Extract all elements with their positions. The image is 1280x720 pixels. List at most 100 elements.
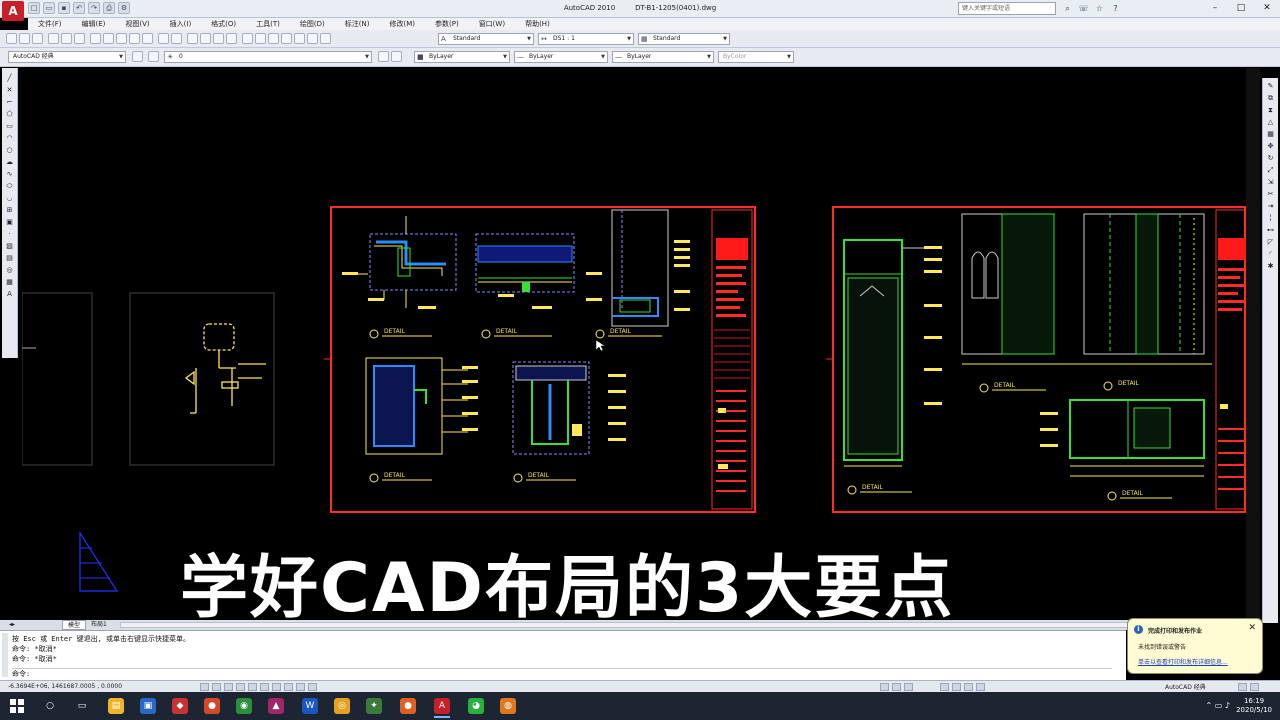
app-icon[interactable]: ◆: [172, 698, 188, 714]
help-icon[interactable]: ?: [1110, 3, 1121, 14]
quickcalc-icon[interactable]: [307, 33, 318, 44]
viewport-frame[interactable]: [22, 292, 93, 466]
wechat-icon[interactable]: ◕: [468, 698, 484, 714]
ellipse-icon[interactable]: ⬭: [4, 182, 15, 191]
menu-tools[interactable]: 工具(T): [246, 18, 290, 30]
cut-icon[interactable]: [90, 33, 101, 44]
layout-sheet-2[interactable]: DETAIL DETAIL DETAIL DETAIL: [826, 206, 1247, 513]
qp-toggle[interactable]: [308, 683, 317, 691]
menu-parametric[interactable]: 参数(P): [425, 18, 469, 30]
match-properties-icon[interactable]: [129, 33, 140, 44]
tab-nav-icon[interactable]: ◂▸: [4, 620, 20, 630]
properties-icon[interactable]: [242, 33, 253, 44]
polar-toggle[interactable]: [236, 683, 245, 691]
layer-select[interactable]: ☀ 0 ▼: [164, 51, 372, 63]
design-center-icon[interactable]: [255, 33, 266, 44]
rotate-icon[interactable]: ↻: [1265, 154, 1276, 163]
linetype-select[interactable]: — ByLayer ▼: [514, 51, 608, 63]
scale-icon[interactable]: ⤢: [1265, 166, 1276, 175]
stretch-icon[interactable]: ⇲: [1265, 178, 1276, 187]
autocad-logo-icon[interactable]: A: [2, 1, 24, 21]
save-file-icon[interactable]: [32, 33, 43, 44]
move-icon[interactable]: ✥: [1265, 142, 1276, 151]
clean-screen-icon[interactable]: [1250, 683, 1259, 691]
lineweight-select[interactable]: — ByLayer ▼: [612, 51, 714, 63]
menu-format[interactable]: 格式(O): [201, 18, 246, 30]
app-icon[interactable]: ✦: [366, 698, 382, 714]
taskbar-clock[interactable]: 16:19 2020/5/10: [1236, 697, 1272, 715]
zoom-window-icon[interactable]: [213, 33, 224, 44]
make-block-icon[interactable]: ▣: [4, 218, 15, 227]
osnap-toggle[interactable]: [248, 683, 257, 691]
grid-toggle[interactable]: [212, 683, 221, 691]
copy-object-icon[interactable]: ⧉: [1265, 94, 1276, 103]
showmotion-icon[interactable]: [976, 683, 985, 691]
menu-edit[interactable]: 编辑(E): [72, 18, 116, 30]
menu-dimension[interactable]: 标注(N): [335, 18, 380, 30]
polygon-icon[interactable]: ⬠: [4, 110, 15, 119]
steering-wheel-icon[interactable]: [964, 683, 973, 691]
publish-icon[interactable]: [74, 33, 85, 44]
menu-view[interactable]: 视图(V): [115, 18, 159, 30]
close-icon[interactable]: ✕: [1248, 623, 1256, 633]
close-button[interactable]: ✕: [1254, 0, 1280, 17]
plot-style-select[interactable]: ByColor ▼: [718, 51, 794, 63]
tab-layout1[interactable]: 布局1: [86, 620, 112, 630]
menu-window[interactable]: 窗口(W): [469, 18, 515, 30]
extend-icon[interactable]: ⇥: [1265, 202, 1276, 211]
menu-draw[interactable]: 绘图(D): [290, 18, 335, 30]
lwt-toggle[interactable]: [296, 683, 305, 691]
communication-center-icon[interactable]: ☏: [1078, 3, 1089, 14]
notification-details-link[interactable]: 单击以查看打印和发布详细信息...: [1138, 657, 1228, 666]
text-style-select[interactable]: A Standard ▼: [438, 33, 534, 45]
quick-view-drawings[interactable]: [904, 683, 913, 691]
zoom-previous-icon[interactable]: [226, 33, 237, 44]
favorites-icon[interactable]: ☆: [1094, 3, 1105, 14]
command-window-grip[interactable]: [2, 633, 8, 677]
revision-cloud-icon[interactable]: ☁: [4, 158, 15, 167]
help-search-input[interactable]: 键入关键字或短语: [958, 2, 1056, 15]
trim-icon[interactable]: ✂: [1265, 190, 1276, 199]
copy-icon[interactable]: [103, 33, 114, 44]
layer-previous-icon[interactable]: [391, 51, 402, 62]
layer-properties-icon[interactable]: [148, 51, 159, 62]
command-input[interactable]: 命令:: [12, 668, 1112, 679]
chamfer-icon[interactable]: ◸: [1265, 238, 1276, 247]
break-icon[interactable]: ╎: [1265, 214, 1276, 223]
spline-icon[interactable]: ∿: [4, 170, 15, 179]
layout-sheet-1[interactable]: DETAIL DETAIL DETAIL DETAIL DETAIL: [324, 206, 756, 513]
fillet-icon[interactable]: ◜: [1265, 250, 1276, 259]
chrome-icon[interactable]: ◎: [334, 698, 350, 714]
autocad-taskbar-icon[interactable]: A: [434, 698, 450, 718]
windows-start-icon[interactable]: [10, 699, 24, 713]
pan-status-icon[interactable]: [940, 683, 949, 691]
viewport-frame[interactable]: [129, 292, 275, 466]
app-icon[interactable]: ▲: [268, 698, 284, 714]
app-icon[interactable]: ◉: [236, 698, 252, 714]
workspace-settings-icon[interactable]: [132, 51, 143, 62]
gradient-icon[interactable]: ▤: [4, 254, 15, 263]
app-icon[interactable]: ●: [204, 698, 220, 714]
array-icon[interactable]: ▦: [1265, 130, 1276, 139]
line-tool-icon[interactable]: ╱: [4, 74, 15, 83]
tool-palettes-icon[interactable]: [268, 33, 279, 44]
region-icon[interactable]: ◎: [4, 266, 15, 275]
mtext-icon[interactable]: A: [4, 290, 15, 299]
tab-model[interactable]: 模型: [62, 620, 87, 630]
rectangle-icon[interactable]: ▭: [4, 122, 15, 131]
lock-icon[interactable]: [1238, 683, 1247, 691]
search-icon[interactable]: ⌕: [1062, 3, 1073, 14]
file-explorer-icon[interactable]: ▤: [108, 698, 124, 714]
hatch-icon[interactable]: ▨: [4, 242, 15, 251]
block-editor-icon[interactable]: [142, 33, 153, 44]
circle-icon[interactable]: ○: [4, 146, 15, 155]
minimize-button[interactable]: –: [1202, 0, 1228, 17]
workspace-select[interactable]: AutoCAD 经典 ▼: [8, 51, 126, 63]
color-select[interactable]: ■ ByLayer ▼: [414, 51, 510, 63]
point-icon[interactable]: ·: [4, 230, 15, 239]
pan-icon[interactable]: [187, 33, 198, 44]
vertical-scrollbar[interactable]: [1246, 68, 1260, 620]
polyline-icon[interactable]: ⌐: [4, 98, 15, 107]
arc-icon[interactable]: ◠: [4, 134, 15, 143]
ortho-toggle[interactable]: [224, 683, 233, 691]
